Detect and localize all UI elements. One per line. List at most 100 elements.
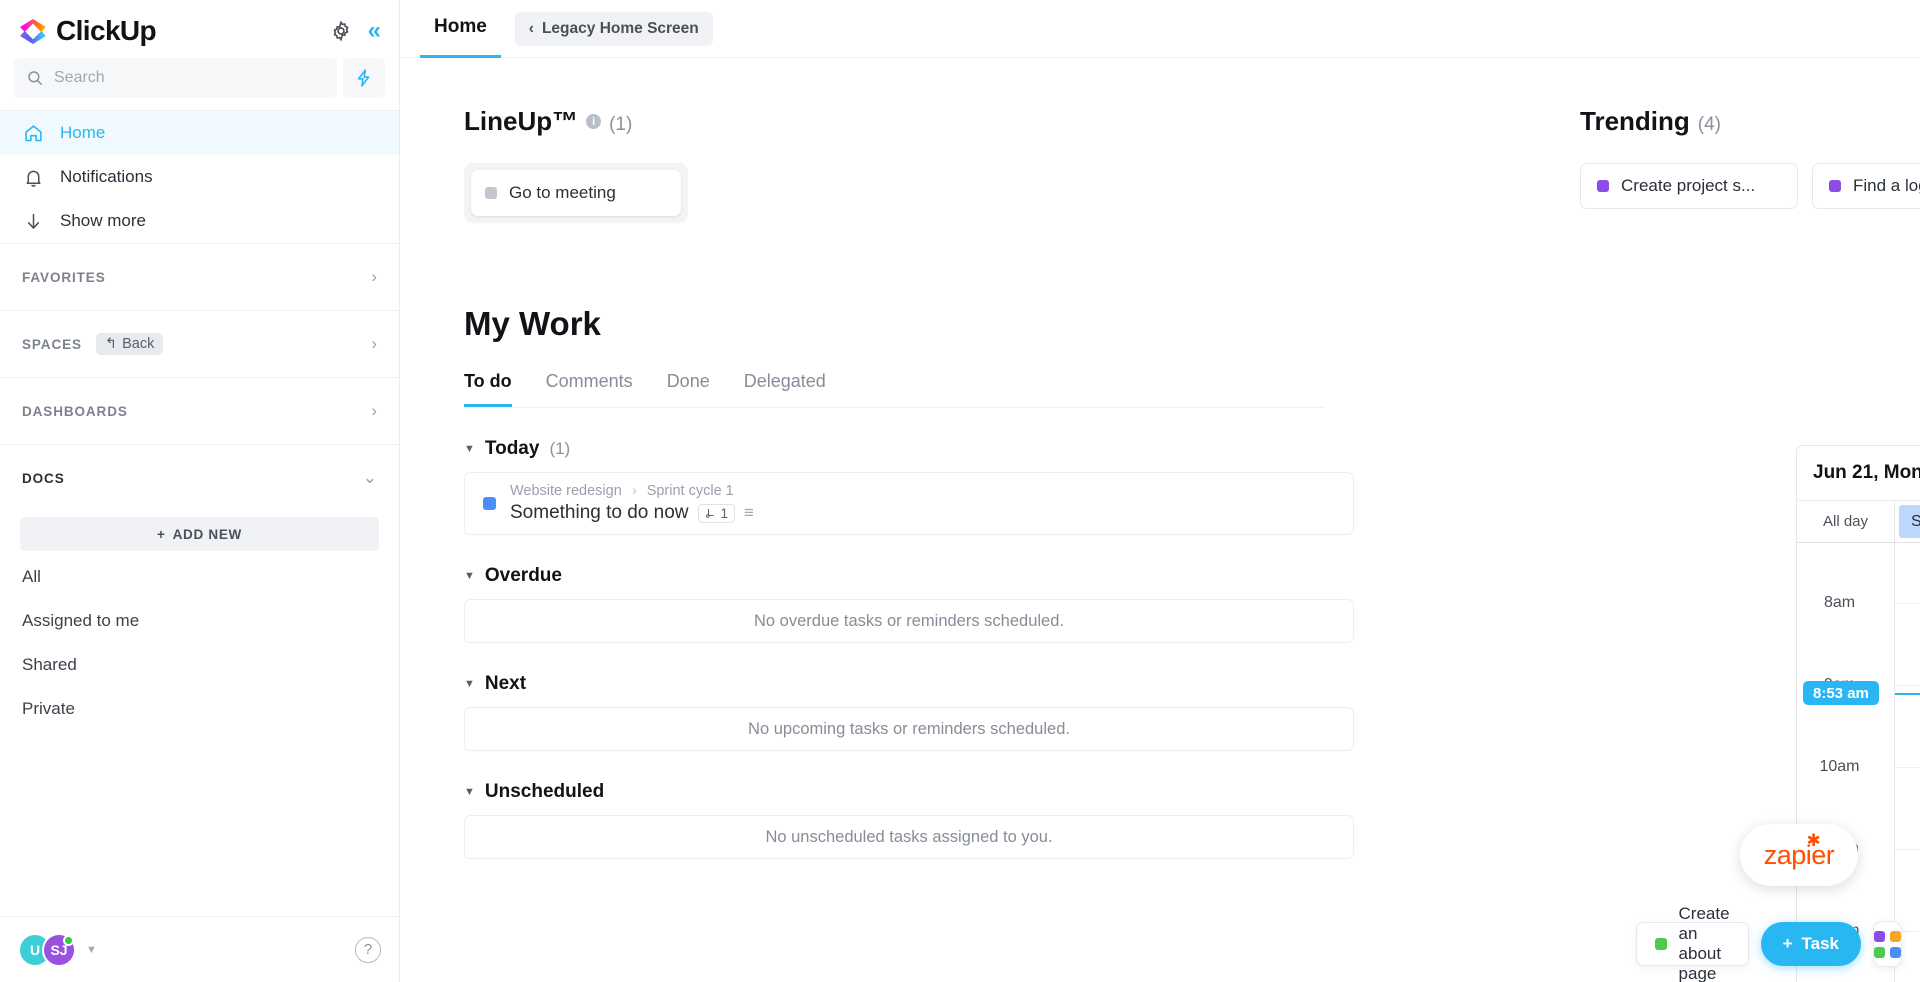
sidebar-section-docs[interactable]: DOCS ⌄ — [0, 444, 399, 511]
lineup-count: (1) — [609, 114, 633, 135]
trending-card-label: Find a logo — [1853, 176, 1920, 195]
gear-icon[interactable] — [330, 20, 352, 42]
hour-cell[interactable] — [1895, 603, 1920, 685]
lineup-header: LineUp™ i (1) — [464, 106, 1560, 137]
tab-comments[interactable]: Comments — [546, 371, 633, 407]
subtask-icon — [705, 509, 714, 518]
calendar-hour-row[interactable]: 8am — [1797, 594, 1920, 685]
calendar-header: Jun 21, Mon ▼ ‹ › Today 0 — [1797, 446, 1920, 500]
bell-icon — [22, 166, 44, 188]
group-name: Today — [484, 438, 540, 459]
hour-cell[interactable] — [1895, 685, 1920, 767]
caret-down-icon: ▼ — [464, 786, 475, 798]
avatar-group[interactable]: U SJ ▼ — [18, 932, 97, 967]
sidebar-header: ClickUp « — [0, 0, 399, 58]
spaces-back-label: Back — [122, 336, 155, 352]
task-status-square-icon — [485, 187, 497, 199]
doc-item-private[interactable]: Private — [0, 687, 399, 731]
chevron-left-icon: ‹ — [528, 19, 534, 37]
empty-state: No unscheduled tasks assigned to you. — [464, 815, 1354, 859]
breadcrumb-child[interactable]: Sprint cycle 1 — [647, 483, 734, 499]
task-status-square-icon[interactable] — [483, 497, 496, 510]
sidebar-item-show-more[interactable]: Show more — [0, 199, 399, 243]
doc-item-shared[interactable]: Shared — [0, 643, 399, 687]
create-about-page-button[interactable]: Create an about page — [1635, 904, 1749, 982]
chevron-down-icon[interactable]: ▼ — [86, 944, 97, 956]
new-task-button[interactable]: + Task — [1760, 922, 1861, 966]
task-name[interactable]: Something to do now — [510, 502, 689, 524]
quick-action-bolt-icon[interactable] — [343, 58, 385, 98]
zapier-logo-icon: zapier ✱ — [1764, 831, 1835, 871]
help-icon[interactable]: ? — [355, 936, 381, 963]
lineup-card[interactable]: Go to meeting — [471, 170, 681, 216]
priority-icon[interactable]: ≡ — [744, 503, 754, 523]
lineup-container: Go to meeting — [464, 163, 688, 223]
allday-label: All day — [1797, 501, 1895, 542]
calendar-date-selector[interactable]: Jun 21, Mon ▼ — [1813, 462, 1920, 484]
chevron-right-icon: › — [371, 334, 377, 353]
sidebar: ClickUp « Search Home Notifications Show… — [0, 0, 400, 982]
doc-item-all[interactable]: All — [0, 555, 399, 599]
hour-cell[interactable] — [1895, 543, 1920, 603]
breadcrumb-separator: › — [631, 483, 637, 499]
calendar-time-grid: 7am 8am 9am 10am — [1797, 542, 1920, 982]
dashboards-label: DASHBOARDS — [22, 403, 128, 419]
apps-grid-icon[interactable] — [1873, 921, 1902, 967]
calendar-event[interactable]: Something to do now — [1899, 505, 1920, 538]
current-time-badge: 8:53 am — [1803, 681, 1879, 705]
allday-body: Something to do now — [1895, 501, 1920, 542]
trending-card[interactable]: Find a logo — [1812, 163, 1920, 209]
tab-delegated[interactable]: Delegated — [744, 371, 826, 407]
group-name: Unscheduled — [484, 781, 605, 802]
task-name-row: Something to do now 1 ≡ — [510, 502, 754, 524]
back-arrow-icon: ↰ — [104, 336, 118, 352]
hour-cell[interactable] — [1895, 767, 1920, 849]
legacy-home-screen-button[interactable]: ‹ Legacy Home Screen — [514, 11, 713, 46]
my-work-title: My Work — [464, 305, 601, 342]
group-header[interactable]: ▼ Overdue — [464, 565, 1354, 587]
sidebar-item-show-more-label: Show more — [60, 211, 146, 230]
chevron-right-icon: › — [371, 401, 377, 420]
content-area: LineUp™ i (1) Go to meeting My Work To d… — [400, 58, 1920, 982]
add-new-doc-button[interactable]: + ADD NEW — [20, 517, 379, 551]
docs-label: DOCS — [22, 470, 65, 486]
task-status-square-icon — [1829, 180, 1841, 192]
info-icon[interactable]: i — [586, 114, 602, 129]
sidebar-item-notifications[interactable]: Notifications — [0, 155, 399, 199]
search-box[interactable] — [14, 58, 337, 98]
sidebar-item-home[interactable]: Home — [0, 111, 399, 155]
calendar-allday-row: All day Something to do now — [1797, 500, 1920, 542]
task-group-today: ▼ Today (1) Website redesign › Sprint cy… — [464, 438, 1354, 535]
collapse-sidebar-icon[interactable]: « — [368, 19, 381, 43]
group-header[interactable]: ▼ Today (1) — [464, 438, 1354, 460]
tab-to-do[interactable]: To do — [464, 371, 512, 407]
add-new-label: ADD NEW — [172, 526, 242, 542]
spaces-back-button[interactable]: ↰ Back — [95, 333, 164, 355]
chevron-right-icon: › — [371, 267, 377, 286]
doc-item-assigned-to-me[interactable]: Assigned to me — [0, 599, 399, 643]
zapier-widget-button[interactable]: zapier ✱ — [1740, 824, 1858, 886]
group-header[interactable]: ▼ Next — [464, 673, 1354, 695]
hour-label: 8am — [1797, 594, 1895, 685]
task-row[interactable]: Website redesign › Sprint cycle 1 Someth… — [464, 472, 1354, 535]
trending-card[interactable]: Create project s... — [1580, 163, 1798, 209]
avatar[interactable]: SJ — [42, 932, 76, 967]
group-header[interactable]: ▼ Unscheduled — [464, 781, 1354, 803]
tab-done[interactable]: Done — [667, 371, 710, 407]
search-input[interactable] — [54, 69, 325, 87]
sidebar-section-dashboards[interactable]: DASHBOARDS › — [0, 377, 399, 444]
plus-icon: + — [157, 526, 166, 542]
subtask-count: 1 — [720, 505, 729, 521]
breadcrumb-parent[interactable]: Website redesign — [510, 483, 622, 499]
tab-home[interactable]: Home — [420, 0, 501, 58]
task-status-square-icon — [1654, 938, 1667, 950]
sidebar-section-favorites[interactable]: FAVORITES › — [0, 243, 399, 310]
doc-item-all-label: All — [22, 567, 41, 586]
spaces-label: SPACES — [22, 336, 82, 352]
sidebar-section-spaces[interactable]: SPACES ↰ Back › — [0, 310, 399, 377]
sidebar-item-notifications-label: Notifications — [60, 167, 153, 186]
subtask-badge[interactable]: 1 — [697, 503, 736, 523]
bottom-action-bar: Create an about page + Task — [1635, 904, 1920, 982]
hour-label-text: 10am — [1819, 758, 1860, 775]
